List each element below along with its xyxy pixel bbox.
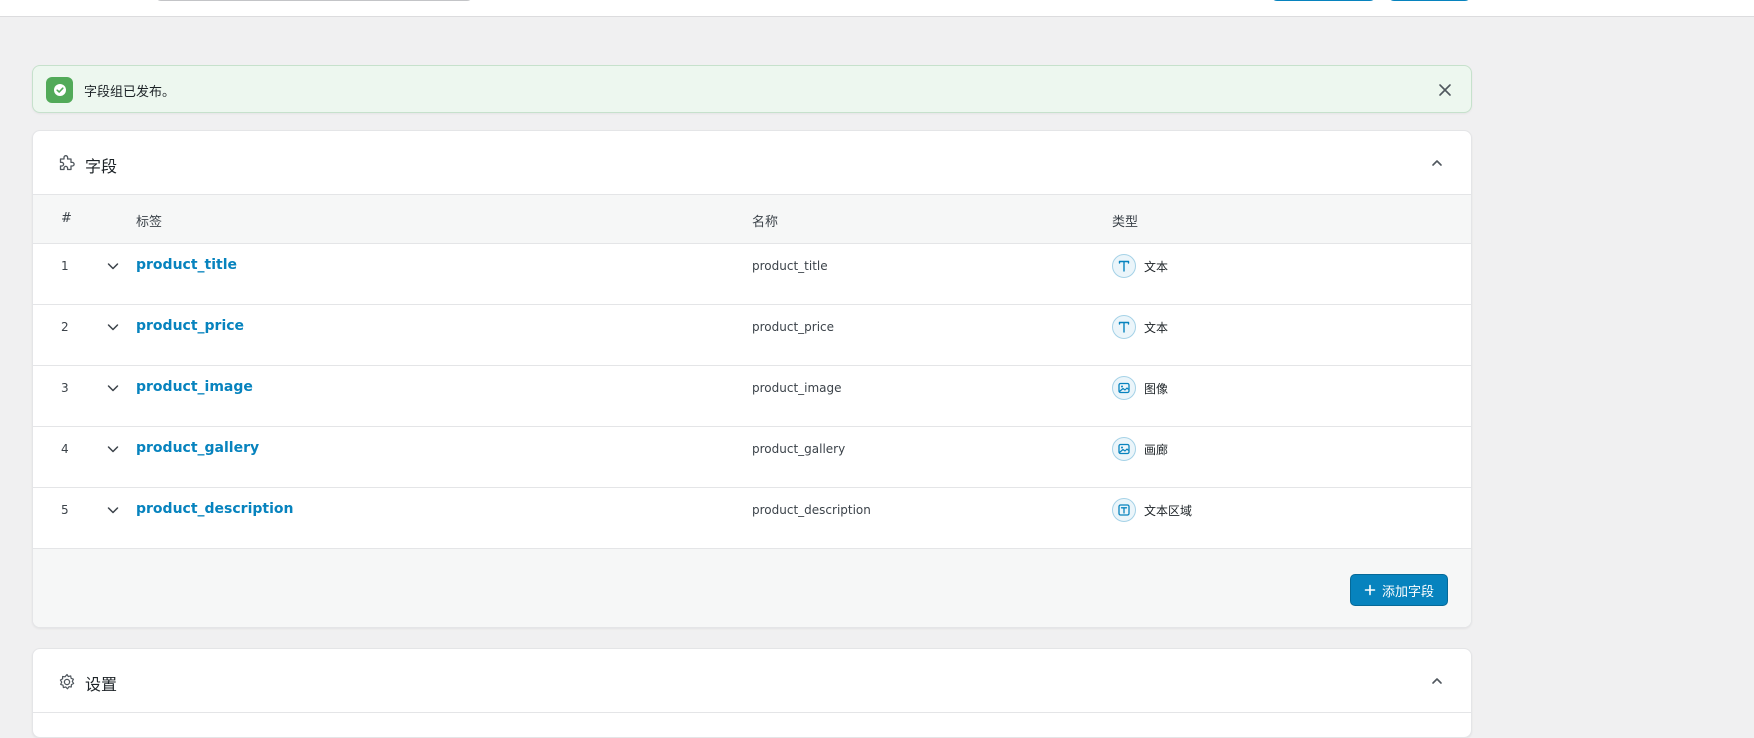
dismiss-notice-button[interactable] [1435, 80, 1455, 100]
fields-panel-footer: 添加字段 [33, 549, 1471, 627]
check-icon [46, 77, 73, 103]
table-row[interactable]: 4 product_gallery product_gallery 画廊 [33, 427, 1471, 488]
top-bar [0, 0, 1754, 17]
top-action-button[interactable] [1271, 0, 1376, 1]
field-label-link[interactable]: product_description [136, 501, 293, 517]
text-icon [1112, 254, 1136, 278]
add-field-button[interactable]: 添加字段 [1350, 574, 1448, 606]
field-label-link[interactable]: product_title [136, 257, 237, 273]
table-row[interactable]: 1 product_title product_title 文本 [33, 244, 1471, 305]
collapse-settings-button[interactable] [1427, 671, 1447, 691]
row-number: 1 [61, 259, 69, 273]
settings-panel: 设置 [32, 648, 1472, 738]
notice-text: 字段组已发布。 [84, 85, 176, 100]
fields-panel-header[interactable]: 字段 [33, 131, 1471, 195]
textarea-icon [1112, 498, 1136, 522]
title-input[interactable] [155, 0, 473, 1]
top-save-button[interactable] [1388, 0, 1471, 1]
field-type: 文本 [1144, 321, 1169, 335]
field-type: 画廊 [1144, 443, 1169, 457]
chevron-down-icon[interactable] [105, 319, 121, 335]
success-notice: 字段组已发布。 [32, 65, 1472, 113]
chevron-up-icon [1432, 678, 1442, 684]
field-name: product_image [752, 381, 842, 395]
table-row[interactable]: 2 product_price product_price 文本 [33, 305, 1471, 366]
field-name: product_description [752, 503, 871, 517]
puzzle-icon [59, 155, 75, 171]
column-type: 类型 [1112, 215, 1139, 230]
column-num: # [61, 211, 72, 226]
field-label-link[interactable]: product_image [136, 379, 253, 395]
field-type: 文本区域 [1144, 504, 1193, 518]
row-number: 3 [61, 381, 69, 395]
field-name: product_price [752, 320, 835, 334]
add-field-label: 添加字段 [1381, 584, 1434, 600]
gallery-icon [1112, 437, 1136, 461]
fields-panel-title: 字段 [85, 157, 118, 176]
field-type: 图像 [1144, 382, 1169, 396]
chevron-down-icon[interactable] [105, 441, 121, 457]
column-name: 名称 [752, 215, 779, 230]
chevron-down-icon[interactable] [105, 380, 121, 396]
chevron-down-icon[interactable] [105, 502, 121, 518]
column-label: 标签 [136, 215, 163, 230]
fields-panel: 字段 # 标签 名称 类型 1 product_title product_ti… [32, 130, 1472, 628]
row-number: 5 [61, 503, 69, 517]
table-row[interactable]: 5 product_description product_descriptio… [33, 488, 1471, 549]
field-name: product_title [752, 259, 828, 273]
close-icon [1439, 84, 1451, 96]
row-number: 2 [61, 320, 69, 334]
chevron-up-icon [1432, 160, 1442, 166]
gear-icon [59, 673, 75, 690]
chevron-down-icon[interactable] [105, 258, 121, 274]
plus-icon [1364, 584, 1376, 596]
collapse-fields-button[interactable] [1427, 153, 1447, 173]
fields-table-header: # 标签 名称 类型 [33, 195, 1471, 244]
settings-panel-title: 设置 [85, 675, 118, 694]
field-label-link[interactable]: product_price [136, 318, 244, 334]
row-number: 4 [61, 442, 69, 456]
field-name: product_gallery [752, 442, 846, 456]
field-label-link[interactable]: product_gallery [136, 440, 259, 456]
settings-panel-header[interactable]: 设置 [33, 649, 1471, 713]
field-type: 文本 [1144, 260, 1169, 274]
table-row[interactable]: 3 product_image product_image 图像 [33, 366, 1471, 427]
text-icon [1112, 315, 1136, 339]
image-icon [1112, 376, 1136, 400]
